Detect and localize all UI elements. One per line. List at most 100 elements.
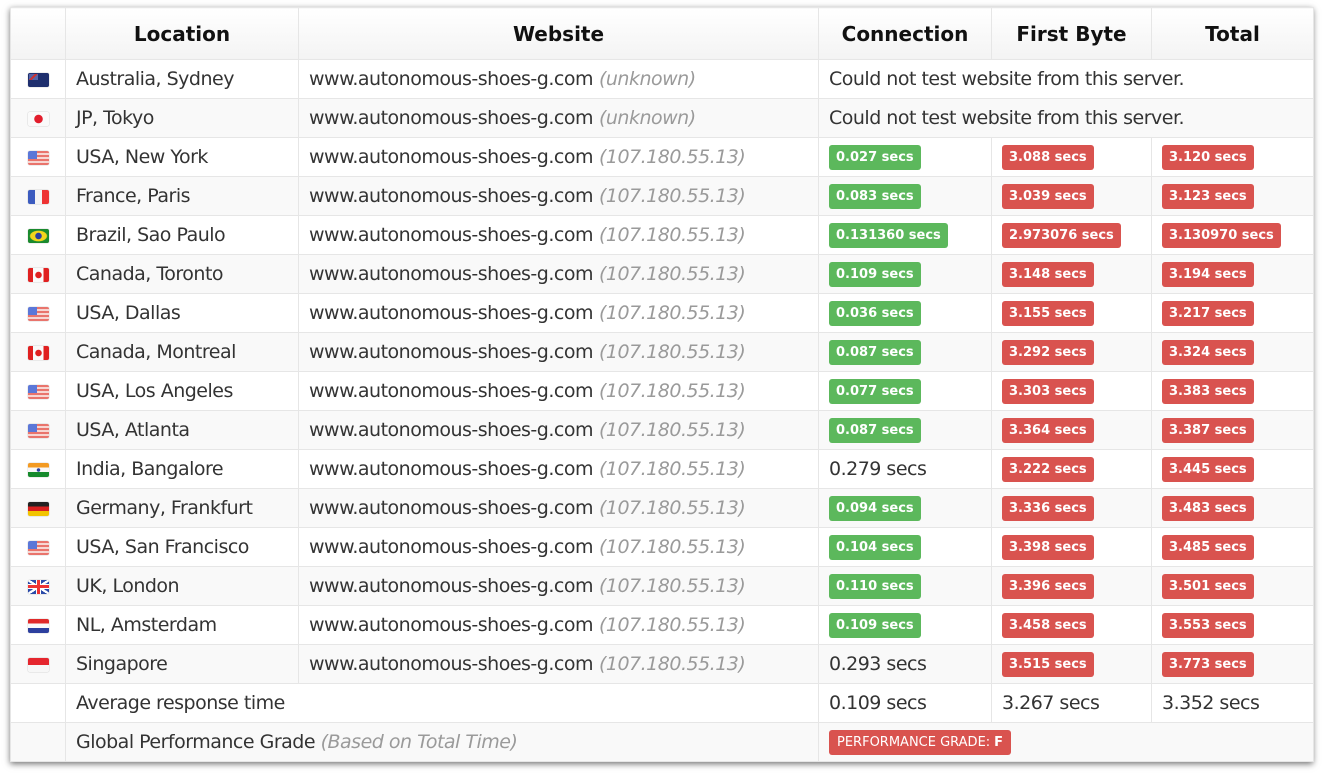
website-ip: (107.180.55.13) (598, 185, 746, 207)
japan-flag-icon (27, 111, 49, 126)
location-cell: India, Bangalore (65, 449, 299, 489)
first-byte-time-value: 3.336 secs (1002, 495, 1094, 521)
connection-time-cell: 0.109 secs (818, 254, 992, 294)
header-location: Location (65, 7, 299, 60)
usa-flag-icon (27, 423, 49, 438)
location-cell: NL, Amsterdam (65, 605, 299, 645)
header-total: Total (1151, 7, 1314, 60)
table-row: UK, London www.autonomous-shoes-g.com (107… (10, 566, 1314, 606)
first-byte-time-cell: 3.396 secs (991, 566, 1152, 606)
website-url: www.autonomous-shoes-g.com (309, 380, 593, 402)
average-row: Average response time 0.109 secs 3.267 s… (10, 683, 1314, 723)
website-url: www.autonomous-shoes-g.com (309, 419, 593, 441)
grade-label: Global Performance Grade (76, 731, 316, 753)
brazil-flag-icon (27, 228, 49, 243)
total-time-cell: 3.324 secs (1151, 332, 1314, 372)
total-time-cell: 3.485 secs (1151, 527, 1314, 567)
flag-cell (10, 371, 66, 411)
total-time-value: 3.501 secs (1162, 573, 1254, 599)
first-byte-time-value: 3.155 secs (1002, 300, 1094, 326)
flag-cell (10, 332, 66, 372)
total-time-value: 3.217 secs (1162, 300, 1254, 326)
first-byte-time-cell: 3.292 secs (991, 332, 1152, 372)
first-byte-time-cell: 3.155 secs (991, 293, 1152, 333)
total-time-cell: 3.387 secs (1151, 410, 1314, 450)
response-time-table: Location Website Connection First Byte T… (10, 7, 1314, 762)
table-row: NL, Amsterdam www.autonomous-shoes-g.com(… (10, 605, 1314, 645)
location-cell: Brazil, Sao Paulo (65, 215, 299, 255)
total-time-cell: 3.773 secs (1151, 644, 1314, 684)
website-cell: www.autonomous-shoes-g.com (107.180.55.13… (298, 644, 819, 684)
location-cell: JP, Tokyo (65, 98, 299, 138)
singapore-flag-icon (27, 657, 49, 672)
first-byte-time-value: 3.396 secs (1002, 573, 1094, 599)
first-byte-time-value: 3.088 secs (1002, 144, 1094, 170)
connection-time-value: 0.293 secs (829, 653, 927, 675)
total-time-value: 3.485 secs (1162, 534, 1254, 560)
website-url: www.autonomous-shoes-g.com (309, 263, 593, 285)
connection-time-cell: 0.109 secs (818, 605, 992, 645)
table-row: USA, Atlanta www.autonomous-shoes-g.com (1… (10, 410, 1314, 450)
table-header-row: Location Website Connection First Byte T… (10, 7, 1314, 60)
first-byte-time-cell: 3.039 secs (991, 176, 1152, 216)
table-row: Singapore www.autonomous-shoes-g.com (107.… (10, 644, 1314, 684)
website-cell: www.autonomous-shoes-g.com (107.180.55.13… (298, 605, 819, 645)
usa-flag-icon (27, 384, 49, 399)
header-connection: Connection (818, 7, 992, 60)
website-cell: www.autonomous-shoes-g.com (unknown) (298, 98, 819, 138)
total-time-value: 3.194 secs (1162, 261, 1254, 287)
location-cell: USA, Los Angeles (65, 371, 299, 411)
first-byte-time-value: 3.458 secs (1002, 612, 1094, 638)
website-ip: (107.180.55.13) (598, 224, 746, 246)
website-cell: www.autonomous-shoes-g.com (107.180.55.13… (298, 254, 819, 294)
error-message: Could not test website from this server. (818, 98, 1314, 138)
flag-cell (10, 176, 66, 216)
website-url: www.autonomous-shoes-g.com (309, 224, 593, 246)
connection-time-value: 0.109 secs (829, 261, 921, 287)
connection-time-value: 0.077 secs (829, 378, 921, 404)
first-byte-time-value: 3.222 secs (1002, 456, 1094, 482)
total-time-value: 3.553 secs (1162, 612, 1254, 638)
header-first-byte: First Byte (991, 7, 1152, 60)
header-flag (10, 7, 66, 60)
website-url: www.autonomous-shoes-g.com (309, 653, 593, 675)
first-byte-time-value: 3.364 secs (1002, 417, 1094, 443)
connection-time-cell: 0.104 secs (818, 527, 992, 567)
website-url: www.autonomous-shoes-g.com (309, 107, 593, 129)
connection-time-value: 0.109 secs (829, 612, 921, 638)
table-row: Germany, Frankfurt www.autonomous-shoes-g… (10, 488, 1314, 528)
website-ip: (107.180.55.13) (598, 302, 746, 324)
table-row: USA, San Francisco www.autonomous-shoes-g… (10, 527, 1314, 567)
performance-grade-badge: PERFORMANCE GRADE: F (829, 730, 1012, 755)
total-time-cell: 3.120 secs (1151, 137, 1314, 177)
location-cell: France, Paris (65, 176, 299, 216)
table-row: Australia, Sydney www.autonomous-shoes-g.… (10, 59, 1314, 99)
flag-cell (10, 137, 66, 177)
usa-flag-icon (27, 306, 49, 321)
website-cell: www.autonomous-shoes-g.com (107.180.55.13… (298, 293, 819, 333)
website-url: www.autonomous-shoes-g.com (309, 341, 593, 363)
total-time-cell: 3.483 secs (1151, 488, 1314, 528)
connection-time-cell: 0.083 secs (818, 176, 992, 216)
location-cell: USA, San Francisco (65, 527, 299, 567)
flag-cell (10, 254, 66, 294)
connection-time-cell: 0.036 secs (818, 293, 992, 333)
website-url: www.autonomous-shoes-g.com (309, 146, 593, 168)
location-cell: Australia, Sydney (65, 59, 299, 99)
website-cell: www.autonomous-shoes-g.com (107.180.55.13… (298, 449, 819, 489)
website-ip: (unknown) (598, 68, 696, 90)
connection-time-cell: 0.087 secs (818, 332, 992, 372)
header-website: Website (298, 7, 819, 60)
grade-label-cell: Global Performance Grade (Based on Total… (65, 722, 819, 762)
flag-cell (10, 527, 66, 567)
website-url: www.autonomous-shoes-g.com (309, 614, 593, 636)
website-url: www.autonomous-shoes-g.com (309, 458, 593, 480)
website-cell: www.autonomous-shoes-g.com (unknown) (298, 59, 819, 99)
flag-cell (10, 488, 66, 528)
website-ip: (107.180.55.13) (598, 653, 746, 675)
first-byte-time-cell: 3.222 secs (991, 449, 1152, 489)
connection-time-value: 0.083 secs (829, 183, 921, 209)
connection-time-cell: 0.279 secs (818, 449, 992, 489)
first-byte-time-value: 3.303 secs (1002, 378, 1094, 404)
flag-cell (10, 98, 66, 138)
